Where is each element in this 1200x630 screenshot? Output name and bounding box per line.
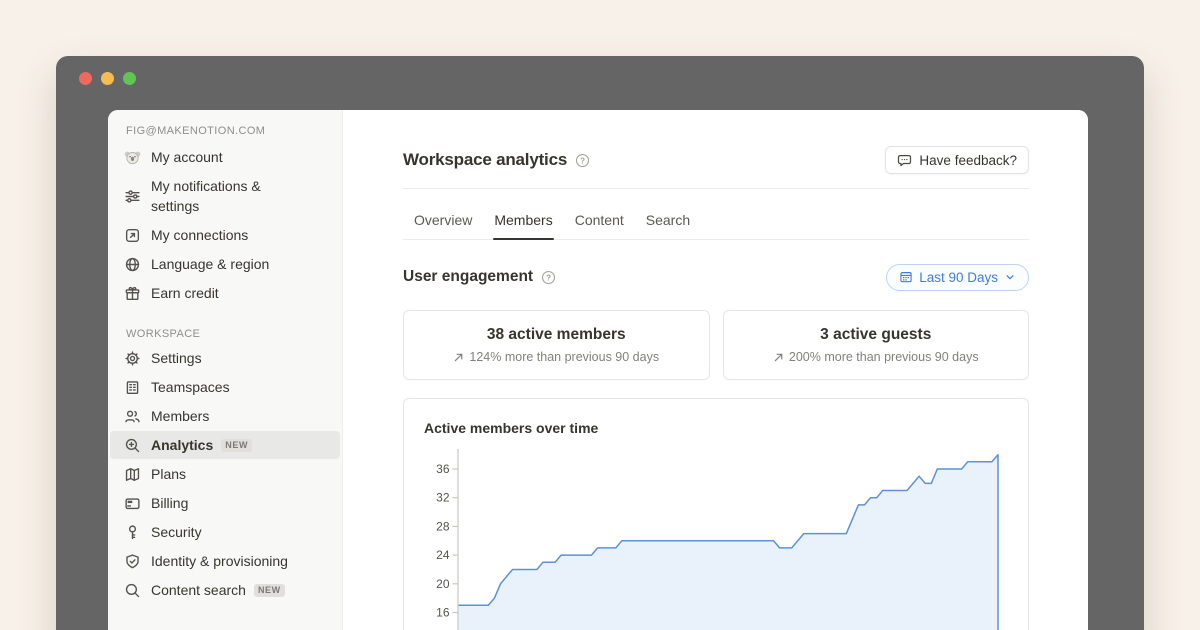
sidebar-item-content-search[interactable]: Content search NEW bbox=[110, 576, 340, 604]
building-icon bbox=[124, 379, 141, 396]
analytics-main: Workspace analytics ? bbox=[343, 110, 1088, 630]
sidebar-item-label: Settings bbox=[151, 348, 202, 368]
date-range-dropdown[interactable]: Last 90 Days bbox=[886, 264, 1029, 291]
have-feedback-label: Have feedback? bbox=[919, 153, 1017, 168]
map-icon bbox=[124, 466, 141, 483]
stat-cards-row: 38 active members 124% more than previous… bbox=[403, 310, 1029, 380]
account-email-label: FIG@MAKENOTION.COM bbox=[126, 125, 328, 137]
tab-members[interactable]: Members bbox=[483, 201, 563, 239]
tab-content[interactable]: Content bbox=[564, 201, 635, 239]
close-window-icon[interactable] bbox=[79, 72, 92, 85]
calendar-icon bbox=[899, 270, 913, 284]
y-axis-tick-label: 20 bbox=[436, 577, 450, 591]
sidebar-item-label: Identity & provisioning bbox=[151, 551, 288, 571]
y-axis-tick-label: 24 bbox=[436, 548, 450, 562]
trend-up-icon bbox=[773, 352, 784, 363]
search-icon bbox=[124, 582, 141, 599]
sidebar-item-security[interactable]: Security bbox=[110, 518, 340, 546]
sidebar-item-billing[interactable]: Billing bbox=[110, 489, 340, 517]
sidebar-item-label: Content search bbox=[151, 580, 246, 600]
sidebar-item-my-notifications-settings[interactable]: My notifications & settings bbox=[110, 172, 340, 220]
workspace-section-label: WORKSPACE bbox=[126, 328, 328, 340]
user-engagement-header: User engagement ? bbox=[403, 263, 1029, 291]
page-title: Workspace analytics bbox=[403, 150, 567, 170]
gift-icon bbox=[124, 285, 141, 302]
help-question-circle-icon[interactable]: ? bbox=[575, 153, 590, 168]
sidebar-item-label: Earn credit bbox=[151, 283, 219, 303]
settings-dialog: FIG@MAKENOTION.COM My account My notifica… bbox=[108, 110, 1088, 630]
trend-up-icon bbox=[453, 352, 464, 363]
sidebar-item-language-region[interactable]: Language & region bbox=[110, 250, 340, 278]
sidebar-item-settings[interactable]: Settings bbox=[110, 344, 340, 372]
tab-search[interactable]: Search bbox=[635, 201, 701, 239]
sidebar-item-label: Teamspaces bbox=[151, 377, 230, 397]
chart-area-fill bbox=[458, 455, 998, 630]
stat-delta-text: 124% more than previous 90 days bbox=[469, 350, 659, 364]
koala-avatar-icon bbox=[124, 149, 141, 166]
sidebar-item-members[interactable]: Members bbox=[110, 402, 340, 430]
credit-card-icon bbox=[124, 495, 141, 512]
stat-value: 38 active members bbox=[487, 326, 626, 344]
gear-icon bbox=[124, 350, 141, 367]
shield-check-icon bbox=[124, 553, 141, 570]
sliders-icon bbox=[124, 188, 141, 205]
sidebar-item-identity-provisioning[interactable]: Identity & provisioning bbox=[110, 547, 340, 575]
sidebar-item-label: Security bbox=[151, 522, 202, 542]
sidebar-item-teamspaces[interactable]: Teamspaces bbox=[110, 373, 340, 401]
stat-delta: 124% more than previous 90 days bbox=[453, 350, 659, 364]
stat-delta-text: 200% more than previous 90 days bbox=[789, 350, 979, 364]
stat-card-38-active-members: 38 active members 124% more than previous… bbox=[403, 310, 710, 380]
sidebar-item-label: My notifications & settings bbox=[151, 176, 311, 216]
sidebar-item-label: Analytics bbox=[151, 435, 213, 455]
tab-overview[interactable]: Overview bbox=[403, 201, 483, 239]
y-axis-tick-label: 36 bbox=[436, 462, 450, 476]
workspace-settings-list: Settings Teamspaces Members Analytics NEW Pla… bbox=[108, 344, 342, 604]
stat-card-3-active-guests: 3 active guests 200% more than previous 9… bbox=[723, 310, 1030, 380]
new-badge: NEW bbox=[221, 439, 252, 452]
zoom-in-icon bbox=[124, 437, 141, 454]
y-axis-tick-label: 28 bbox=[436, 519, 450, 533]
svg-text:?: ? bbox=[580, 156, 585, 165]
sidebar-item-analytics[interactable]: Analytics NEW bbox=[110, 431, 340, 459]
key-icon bbox=[124, 524, 141, 541]
app-window: FIG@MAKENOTION.COM My account My notifica… bbox=[56, 56, 1144, 630]
page-header: Workspace analytics ? bbox=[403, 146, 1029, 174]
active-members-area-chart: 16 20 24 28 32 36 bbox=[434, 445, 1024, 630]
chart-title: Active members over time bbox=[424, 420, 598, 436]
sidebar-item-plans[interactable]: Plans bbox=[110, 460, 340, 488]
people-icon bbox=[124, 408, 141, 425]
sidebar-item-label: Billing bbox=[151, 493, 188, 513]
stat-delta: 200% more than previous 90 days bbox=[773, 350, 979, 364]
chevron-down-icon bbox=[1004, 271, 1016, 283]
analytics-tabs: OverviewMembersContentSearch bbox=[403, 189, 1029, 240]
sidebar-item-label: My account bbox=[151, 147, 223, 167]
sidebar-item-label: My connections bbox=[151, 225, 248, 245]
chat-bubble-icon bbox=[897, 153, 912, 168]
sidebar-item-earn-credit[interactable]: Earn credit bbox=[110, 279, 340, 307]
stat-value: 3 active guests bbox=[820, 326, 931, 344]
sidebar-item-label: Members bbox=[151, 406, 209, 426]
svg-text:?: ? bbox=[546, 273, 551, 282]
have-feedback-button[interactable]: Have feedback? bbox=[885, 146, 1029, 174]
section-title: User engagement bbox=[403, 268, 533, 286]
globe-icon bbox=[124, 256, 141, 273]
window-controls bbox=[79, 72, 136, 85]
settings-sidebar: FIG@MAKENOTION.COM My account My notifica… bbox=[108, 110, 343, 630]
sidebar-item-label: Plans bbox=[151, 464, 186, 484]
sidebar-item-my-connections[interactable]: My connections bbox=[110, 221, 340, 249]
account-settings-list: My account My notifications & settings My … bbox=[108, 143, 342, 307]
y-axis-tick-label: 16 bbox=[436, 606, 450, 620]
date-range-label: Last 90 Days bbox=[919, 270, 998, 285]
new-badge: NEW bbox=[254, 584, 285, 597]
active-members-chart-card: Active members over time 16 20 24 28 32 36 bbox=[403, 398, 1029, 630]
y-axis-tick-label: 32 bbox=[436, 491, 450, 505]
help-question-circle-icon[interactable]: ? bbox=[541, 270, 556, 285]
screenshot-stage: FIG@MAKENOTION.COM My account My notifica… bbox=[0, 0, 1200, 630]
zoom-window-icon[interactable] bbox=[123, 72, 136, 85]
arrow-box-icon bbox=[124, 227, 141, 244]
minimize-window-icon[interactable] bbox=[101, 72, 114, 85]
sidebar-item-label: Language & region bbox=[151, 254, 269, 274]
sidebar-item-my-account[interactable]: My account bbox=[110, 143, 340, 171]
